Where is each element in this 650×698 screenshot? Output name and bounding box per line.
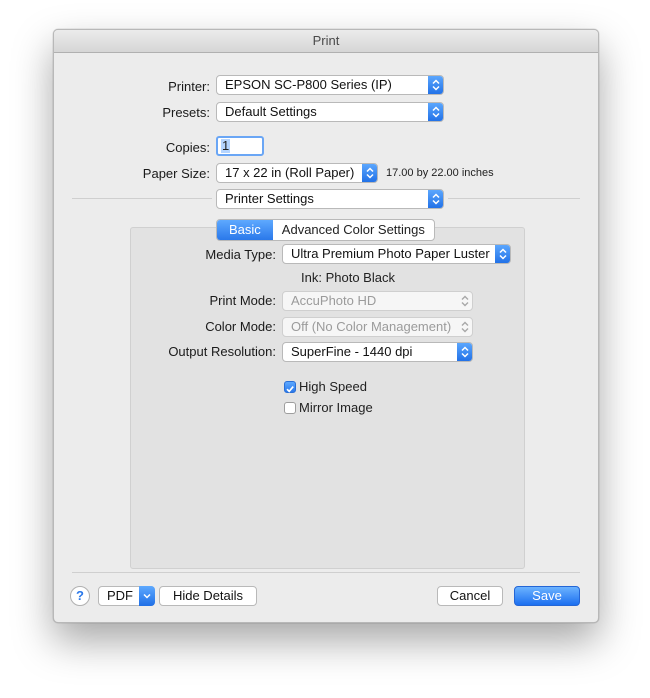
- hide-details-button[interactable]: Hide Details: [159, 586, 257, 606]
- updown-chevrons-icon: [428, 103, 443, 121]
- copies-field[interactable]: 1: [216, 136, 264, 156]
- divider: [72, 572, 580, 573]
- updown-chevrons-icon: [457, 343, 472, 361]
- media-type-value: Ultra Premium Photo Paper Luster: [291, 246, 490, 261]
- copies-label: Copies:: [165, 140, 210, 155]
- printer-popup[interactable]: EPSON SC-P800 Series (IP): [216, 75, 444, 95]
- paper-size-popup[interactable]: 17 x 22 in (Roll Paper): [216, 163, 378, 183]
- copies-value: 1: [221, 138, 231, 153]
- mirror-image-checkbox[interactable]: [284, 402, 296, 414]
- pdf-menu-button[interactable]: PDF: [98, 586, 155, 606]
- ink-row: Ink: Photo Black: [301, 270, 395, 285]
- presets-label: Presets:: [162, 105, 210, 120]
- output-resolution-label: Output Resolution:: [168, 344, 276, 359]
- color-mode-popup: Off (No Color Management): [282, 317, 473, 337]
- pdf-label: PDF: [107, 588, 133, 603]
- divider: [448, 198, 580, 199]
- print-mode-popup: AccuPhoto HD: [282, 291, 473, 311]
- print-mode-label: Print Mode:: [209, 293, 276, 308]
- media-type-popup[interactable]: Ultra Premium Photo Paper Luster: [282, 244, 511, 264]
- section-menu-popup[interactable]: Printer Settings: [216, 189, 444, 209]
- print-mode-value: AccuPhoto HD: [291, 293, 377, 308]
- mirror-image-label[interactable]: Mirror Image: [299, 400, 373, 415]
- output-resolution-popup[interactable]: SuperFine - 1440 dpi: [282, 342, 473, 362]
- paper-size-label: Paper Size:: [142, 166, 210, 181]
- updown-chevrons-icon: [362, 164, 377, 182]
- printer-value: EPSON SC-P800 Series (IP): [225, 77, 392, 92]
- divider: [72, 198, 212, 199]
- checkmark-icon: [286, 386, 294, 393]
- tab-bar: Basic Advanced Color Settings: [216, 219, 435, 241]
- media-type-label: Media Type:: [205, 247, 276, 262]
- paper-size-value: 17 x 22 in (Roll Paper): [225, 165, 355, 180]
- color-mode-value: Off (No Color Management): [291, 319, 452, 334]
- output-resolution-value: SuperFine - 1440 dpi: [291, 344, 413, 359]
- updown-chevrons-icon: [428, 190, 443, 208]
- presets-value: Default Settings: [225, 104, 317, 119]
- updown-chevrons-icon: [495, 245, 510, 263]
- save-button[interactable]: Save: [514, 586, 580, 606]
- section-menu-value: Printer Settings: [225, 191, 314, 206]
- ink-label: Ink:: [301, 270, 322, 285]
- high-speed-checkbox[interactable]: [284, 381, 296, 393]
- paper-size-dimensions: 17.00 by 22.00 inches: [386, 167, 494, 179]
- updown-chevrons-icon: [457, 318, 472, 336]
- high-speed-label[interactable]: High Speed: [299, 379, 367, 394]
- updown-chevrons-icon: [428, 76, 443, 94]
- window-title: Print: [54, 30, 598, 53]
- color-mode-label: Color Mode:: [205, 319, 276, 334]
- print-dialog: Print Printer: EPSON SC-P800 Series (IP)…: [53, 29, 599, 623]
- updown-chevrons-icon: [457, 292, 472, 310]
- help-button[interactable]: ?: [70, 586, 90, 606]
- cancel-button[interactable]: Cancel: [437, 586, 503, 606]
- chevron-down-icon: [139, 586, 155, 606]
- printer-label: Printer:: [168, 79, 210, 94]
- tab-advanced-color-settings[interactable]: Advanced Color Settings: [273, 220, 434, 240]
- tab-basic[interactable]: Basic: [217, 220, 273, 240]
- ink-value: Photo Black: [325, 270, 395, 285]
- presets-popup[interactable]: Default Settings: [216, 102, 444, 122]
